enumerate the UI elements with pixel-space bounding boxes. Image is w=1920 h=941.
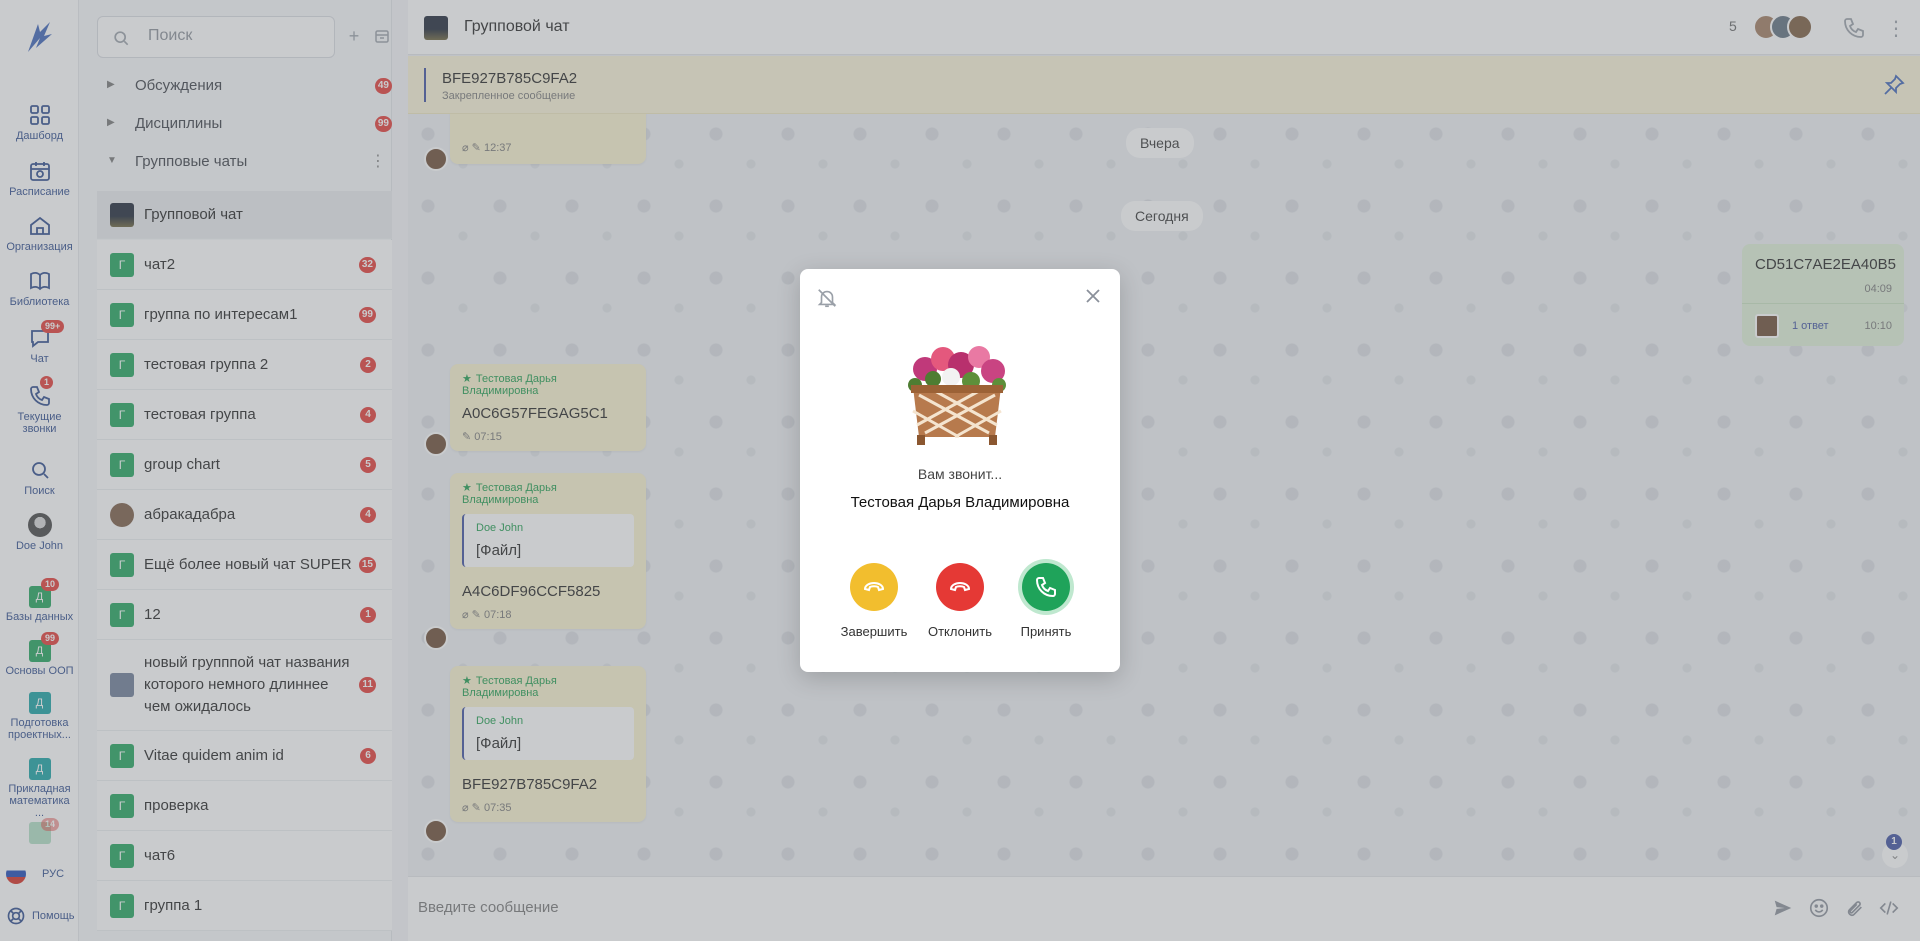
accept-call-button[interactable] — [1022, 563, 1070, 611]
incoming-call-dialog: Вам звонит... Тестовая Дарья Владимировн… — [800, 269, 1120, 672]
decline-call-label: Отклонить — [927, 624, 993, 639]
hangup-icon — [863, 581, 885, 592]
caller-name: Тестовая Дарья Владимировна — [850, 494, 1070, 511]
phone-icon — [1035, 577, 1056, 598]
caller-avatar — [908, 346, 1006, 445]
bell-off-icon[interactable] — [816, 287, 838, 309]
end-call-button[interactable] — [850, 563, 898, 611]
incoming-call-text: Вам звонит... — [917, 466, 1003, 482]
close-icon[interactable] — [1084, 287, 1102, 305]
hangup-icon — [949, 581, 971, 592]
accept-call-label: Принять — [1020, 624, 1072, 639]
decline-call-button[interactable] — [936, 563, 984, 611]
end-call-label: Завершить — [840, 624, 908, 639]
